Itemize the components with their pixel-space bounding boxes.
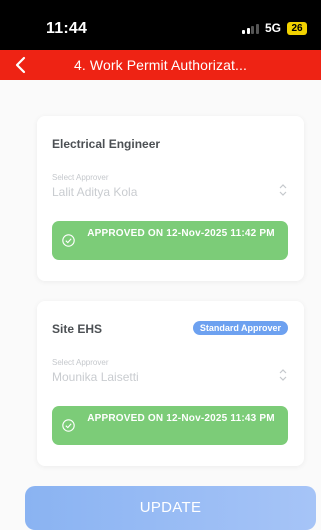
select-approver-label: Select Approver — [52, 173, 109, 182]
check-circle-icon — [62, 234, 75, 247]
approval-status: APPROVED ON 12-Nov-2025 11:42 PM — [52, 221, 288, 260]
status-indicators: 5G 26 — [242, 21, 307, 35]
app-header: 4. Work Permit Authorizat... — [0, 50, 321, 80]
approver-role: Electrical Engineer — [52, 137, 161, 151]
approver-select[interactable]: Lalit Aditya Kola — [52, 185, 137, 199]
approval-status-text: APPROVED ON 12-Nov-2025 11:42 PM — [87, 228, 275, 239]
page-title: 4. Work Permit Authorizat... — [74, 57, 247, 73]
approver-card: Electrical Engineer Select Approver Lali… — [37, 116, 304, 281]
status-time: 11:44 — [46, 20, 88, 37]
chevron-up-down-icon[interactable] — [278, 183, 288, 197]
approvals-content: Electrical Engineer Select Approver Lali… — [0, 80, 321, 530]
chevron-up-down-icon[interactable] — [278, 368, 288, 382]
status-bar: 11:44 5G 26 — [0, 0, 321, 50]
approval-status: APPROVED ON 12-Nov-2025 11:43 PM — [52, 406, 288, 445]
network-label: 5G — [264, 21, 281, 35]
approval-status-text: APPROVED ON 12-Nov-2025 11:43 PM — [87, 413, 275, 424]
approver-select[interactable]: Mounika Laisetti — [52, 370, 139, 384]
battery-icon: 26 — [287, 21, 307, 35]
update-button[interactable]: UPDATE — [25, 486, 316, 530]
approver-role: Site EHS — [52, 322, 103, 336]
approver-card: Site EHS Standard Approver Select Approv… — [37, 301, 304, 466]
standard-approver-badge: Standard Approver — [192, 321, 288, 335]
select-approver-label: Select Approver — [52, 358, 109, 367]
check-circle-icon — [62, 419, 75, 432]
signal-icon — [242, 23, 259, 34]
